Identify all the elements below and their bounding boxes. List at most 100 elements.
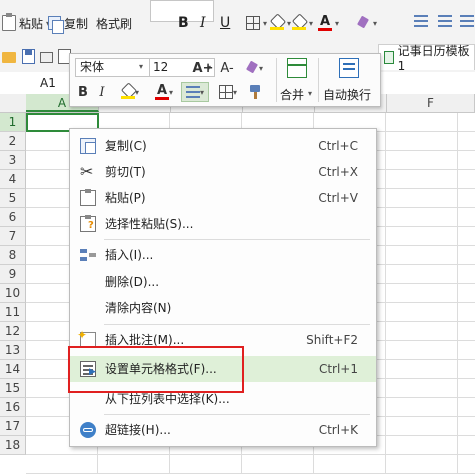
mini-bold-button[interactable]: B xyxy=(75,82,91,102)
chevron-down-icon: ▾ xyxy=(263,18,268,28)
row-header-8[interactable]: 8 xyxy=(0,246,26,265)
context-menu: 复制(C) Ctrl+C 剪切(T) Ctrl+X 粘贴(P) Ctrl+V 选… xyxy=(69,128,377,447)
menu-item-copy[interactable]: 复制(C) Ctrl+C xyxy=(70,133,376,159)
row-header-12[interactable]: 12 xyxy=(0,322,26,341)
open-folder-icon[interactable] xyxy=(2,52,16,63)
mini-toolbar-separator xyxy=(276,58,277,102)
row-header-11[interactable]: 11 xyxy=(0,303,26,322)
font-color-icon: A xyxy=(318,13,332,31)
ribbon-italic-button[interactable]: I xyxy=(200,12,206,34)
ribbon-fill-color-2-button[interactable]: ▾ xyxy=(292,12,313,34)
fill-color-icon xyxy=(120,85,135,99)
wrap-text-button[interactable]: 自动换行 xyxy=(320,56,378,104)
chevron-down-icon: ▾ xyxy=(258,63,263,73)
document-tab[interactable]: 记事日历模板1 xyxy=(378,44,475,73)
row-header-13[interactable]: 13 xyxy=(0,341,26,360)
chevron-down-icon: ▾ xyxy=(287,18,292,28)
menu-separator xyxy=(104,324,370,325)
align-center-icon xyxy=(438,15,452,27)
fill-color-icon xyxy=(270,16,284,30)
border-icon xyxy=(246,16,260,30)
align-center-icon xyxy=(185,86,200,98)
copy-button[interactable]: 复制 xyxy=(48,12,88,34)
chevron-down-icon: ▾ xyxy=(199,87,204,97)
mini-format-painter-button[interactable] xyxy=(246,82,266,102)
mini-toolbar: 宋体 ▾ 12 ▾ A+ A- ▾ B I ▾ A ▾ ▾ ▾ 合并 ▾ 自动换… xyxy=(69,53,381,107)
ribbon: 粘贴 ▾ 复制 格式刷 B I U ▾ ▾ ▾ A ▾ ▾ xyxy=(0,0,475,42)
row-header-15[interactable]: 15 xyxy=(0,379,26,398)
menu-item-cut[interactable]: 剪切(T) Ctrl+X xyxy=(70,159,376,185)
align-left-icon xyxy=(414,15,428,27)
ribbon-bold-button[interactable]: B xyxy=(178,12,189,34)
chevron-down-icon: ▾ xyxy=(168,87,173,97)
row-header-9[interactable]: 9 xyxy=(0,265,26,284)
paste-icon xyxy=(2,13,16,31)
menu-item-delete[interactable]: 删除(D)... xyxy=(70,269,376,295)
mini-align-center-button[interactable]: ▾ xyxy=(181,82,209,102)
chevron-down-icon: ▾ xyxy=(232,87,237,97)
menu-item-insert[interactable]: 插入(I)... xyxy=(70,242,376,268)
mini-fill-color-button[interactable]: ▾ xyxy=(116,82,144,102)
chevron-down-icon: ▾ xyxy=(309,18,314,28)
save-icon[interactable] xyxy=(22,49,35,64)
copy-icon xyxy=(80,138,96,154)
row-header-6[interactable]: 6 xyxy=(0,208,26,227)
menu-separator xyxy=(104,239,370,240)
mini-border-button[interactable]: ▾ xyxy=(215,82,241,102)
row-header-7[interactable]: 7 xyxy=(0,227,26,246)
mini-font-color-button[interactable]: A ▾ xyxy=(150,82,178,102)
ribbon-clear-button[interactable]: ▾ xyxy=(356,12,377,34)
highlight-annotation-box xyxy=(68,346,244,393)
row-header-16[interactable]: 16 xyxy=(0,398,26,417)
eraser-icon xyxy=(245,61,259,75)
menu-item-paste[interactable]: 粘贴(P) Ctrl+V xyxy=(70,185,376,211)
shrink-font-button[interactable]: A- xyxy=(218,58,236,78)
scissors-icon xyxy=(80,162,96,181)
menu-item-paste-special[interactable]: 选择性粘贴(S)... xyxy=(70,211,376,237)
grow-font-button[interactable]: A+ xyxy=(193,58,214,78)
mini-clear-format-button[interactable]: ▾ xyxy=(241,58,267,78)
ribbon-font-color-button[interactable]: A ▾ xyxy=(318,12,339,34)
row-header-2[interactable]: 2 xyxy=(0,132,26,151)
format-painter-button[interactable]: 格式刷 xyxy=(96,12,132,34)
wrap-text-icon xyxy=(339,58,359,78)
chevron-down-icon[interactable]: ▾ xyxy=(139,62,143,71)
fill-color-icon xyxy=(292,16,306,30)
align-right-icon xyxy=(460,15,474,27)
eraser-icon xyxy=(356,16,370,30)
row-header-10[interactable]: 10 xyxy=(0,284,26,303)
row-header-4[interactable]: 4 xyxy=(0,170,26,189)
row-header-5[interactable]: 5 xyxy=(0,189,26,208)
spreadsheet-file-icon xyxy=(384,51,394,64)
mini-italic-button[interactable]: I xyxy=(94,82,110,102)
hyperlink-icon xyxy=(80,422,96,438)
row-header-18[interactable]: 18 xyxy=(0,436,26,455)
menu-separator xyxy=(104,414,370,415)
chevron-down-icon: ▾ xyxy=(373,18,378,28)
merge-button[interactable]: 合并 ▾ xyxy=(278,56,316,104)
ribbon-align-center-button[interactable] xyxy=(438,10,452,32)
paste-special-icon xyxy=(80,215,96,232)
menu-item-hyperlink[interactable]: 超链接(H)... Ctrl+K xyxy=(70,417,376,443)
border-icon xyxy=(218,85,233,99)
column-header-f[interactable]: F xyxy=(387,94,475,112)
font-color-icon: A xyxy=(154,82,169,100)
ribbon-align-left-button[interactable] xyxy=(414,10,428,32)
copy-icon xyxy=(48,16,64,34)
ribbon-align-right-button[interactable] xyxy=(460,10,474,32)
chevron-down-icon: ▾ xyxy=(335,18,340,28)
menu-item-clear-contents[interactable]: 清除内容(N) xyxy=(70,295,376,321)
format-painter-icon xyxy=(249,85,263,99)
row-header-3[interactable]: 3 xyxy=(0,151,26,170)
row-header-17[interactable]: 17 xyxy=(0,417,26,436)
paste-icon xyxy=(80,189,96,206)
merge-cells-icon xyxy=(287,58,307,78)
ribbon-border-button[interactable]: ▾ xyxy=(226,12,267,34)
name-box[interactable]: A1 xyxy=(40,76,56,90)
print-icon[interactable] xyxy=(40,52,53,63)
paste-button[interactable]: 粘贴 ▾ xyxy=(2,12,50,34)
chevron-down-icon: ▾ xyxy=(308,89,313,98)
row-header-1[interactable]: 1 xyxy=(0,113,26,132)
row-header-14[interactable]: 14 xyxy=(0,360,26,379)
ribbon-fill-color-button[interactable]: ▾ xyxy=(270,12,291,34)
